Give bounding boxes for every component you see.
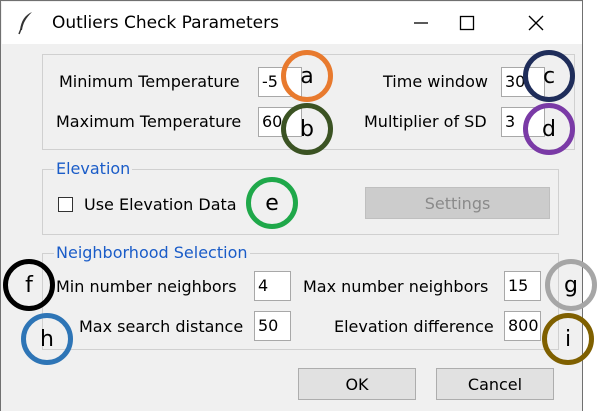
minimize-icon	[414, 22, 428, 24]
maximize-icon	[459, 15, 475, 31]
close-button[interactable]	[513, 2, 559, 44]
min-neighbors-field[interactable]: 4	[254, 271, 291, 301]
max-search-distance-field[interactable]: 50	[254, 311, 291, 341]
use-elevation-checkbox[interactable]	[58, 197, 73, 212]
cancel-button[interactable]: Cancel	[436, 368, 554, 400]
annotation-h-letter: h	[40, 326, 54, 352]
max-neighbors-field[interactable]: 15	[504, 271, 541, 301]
min-temperature-label: Minimum Temperature	[59, 72, 240, 91]
annotation-f: f	[3, 259, 55, 311]
close-icon	[528, 15, 544, 31]
annotation-c: c	[523, 50, 575, 102]
time-window-label: Time window	[383, 72, 488, 91]
max-search-distance-label: Max search distance	[79, 317, 244, 336]
annotation-d-letter: d	[542, 116, 556, 142]
annotation-b-letter: b	[300, 116, 314, 142]
maximize-button[interactable]	[444, 2, 490, 44]
annotation-f-letter: f	[25, 272, 33, 298]
minimize-button[interactable]	[398, 2, 444, 44]
settings-button[interactable]: Settings	[365, 187, 550, 219]
annotation-a: a	[281, 50, 333, 102]
annotation-e-letter: e	[265, 190, 279, 216]
annotation-i-letter: i	[564, 326, 572, 352]
annotation-a-letter: a	[300, 63, 314, 89]
multiplier-sd-label: Multiplier of SD	[364, 112, 487, 131]
annotation-d: d	[523, 103, 575, 155]
annotation-e: e	[246, 177, 298, 229]
annotation-g-letter: g	[564, 272, 578, 298]
min-neighbors-label: Min number neighbors	[56, 277, 237, 296]
annotation-i: i	[542, 313, 594, 365]
elevation-section-title: Elevation	[54, 159, 133, 178]
elevation-difference-field[interactable]: 800	[504, 311, 541, 341]
neighborhood-section-title: Neighborhood Selection	[54, 243, 250, 262]
elevation-difference-label: Elevation difference	[334, 317, 494, 336]
annotation-b: b	[281, 103, 333, 155]
title-bar: Outliers Check Parameters	[2, 2, 582, 44]
annotation-c-letter: c	[542, 63, 556, 89]
max-neighbors-label: Max number neighbors	[303, 277, 489, 296]
annotation-h: h	[21, 313, 73, 365]
window-title: Outliers Check Parameters	[52, 13, 279, 33]
use-elevation-label: Use Elevation Data	[84, 195, 237, 214]
max-temperature-label: Maximum Temperature	[56, 112, 242, 131]
ok-button[interactable]: OK	[298, 368, 416, 400]
feather-icon	[18, 12, 32, 35]
annotation-g: g	[545, 259, 597, 311]
